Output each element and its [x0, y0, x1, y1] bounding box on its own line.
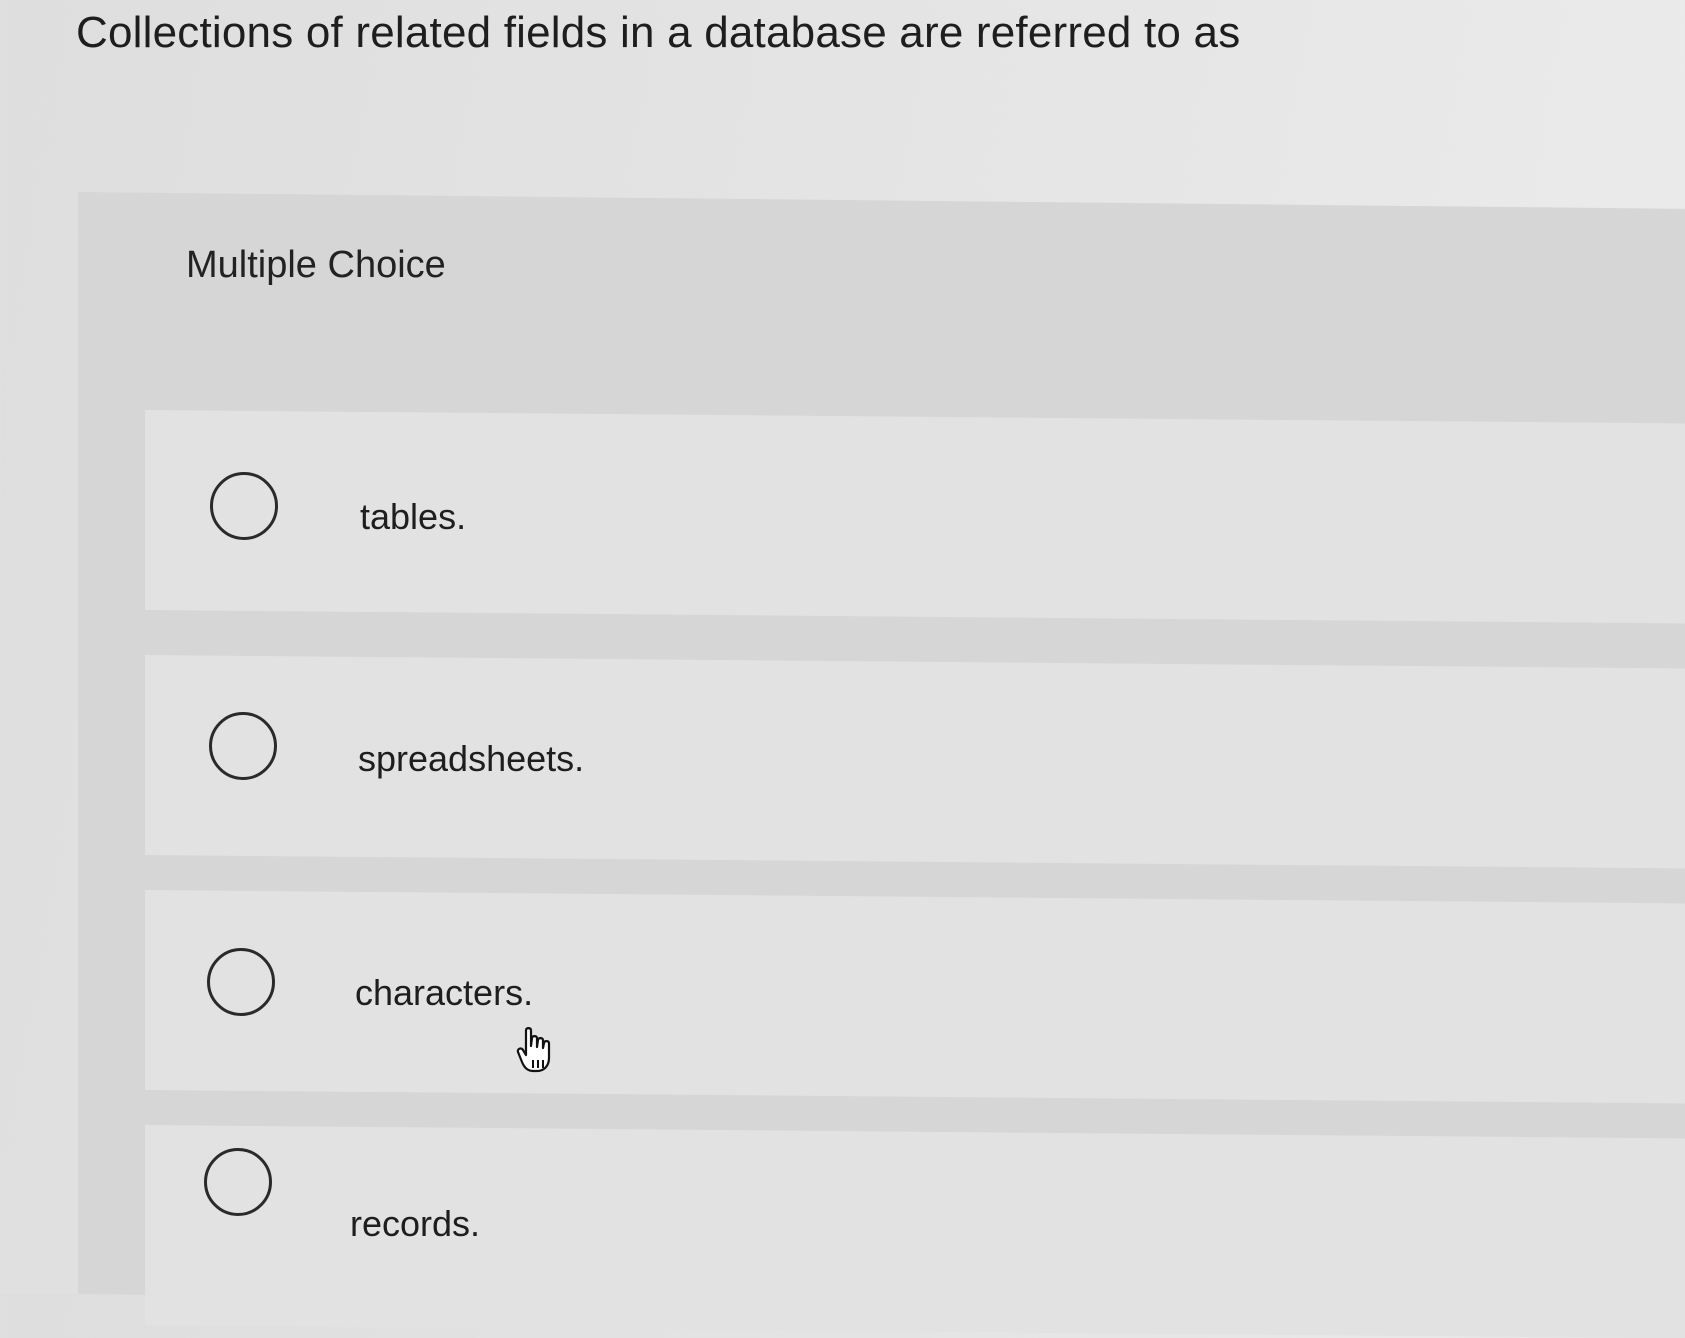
radio-button-option-2[interactable] — [209, 712, 277, 780]
radio-button-option-3[interactable] — [207, 948, 275, 1016]
question-type-heading: Multiple Choice — [186, 244, 446, 286]
option-label-1[interactable]: tables. — [360, 496, 466, 538]
pointer-hand-icon — [516, 1027, 551, 1073]
option-label-2[interactable]: spreadsheets. — [358, 738, 584, 780]
option-label-3[interactable]: characters. — [355, 972, 533, 1014]
radio-button-option-4[interactable] — [204, 1148, 272, 1216]
option-label-4[interactable]: records. — [350, 1203, 480, 1245]
radio-button-option-1[interactable] — [210, 472, 278, 540]
question-text: Collections of related fields in a datab… — [76, 8, 1241, 57]
